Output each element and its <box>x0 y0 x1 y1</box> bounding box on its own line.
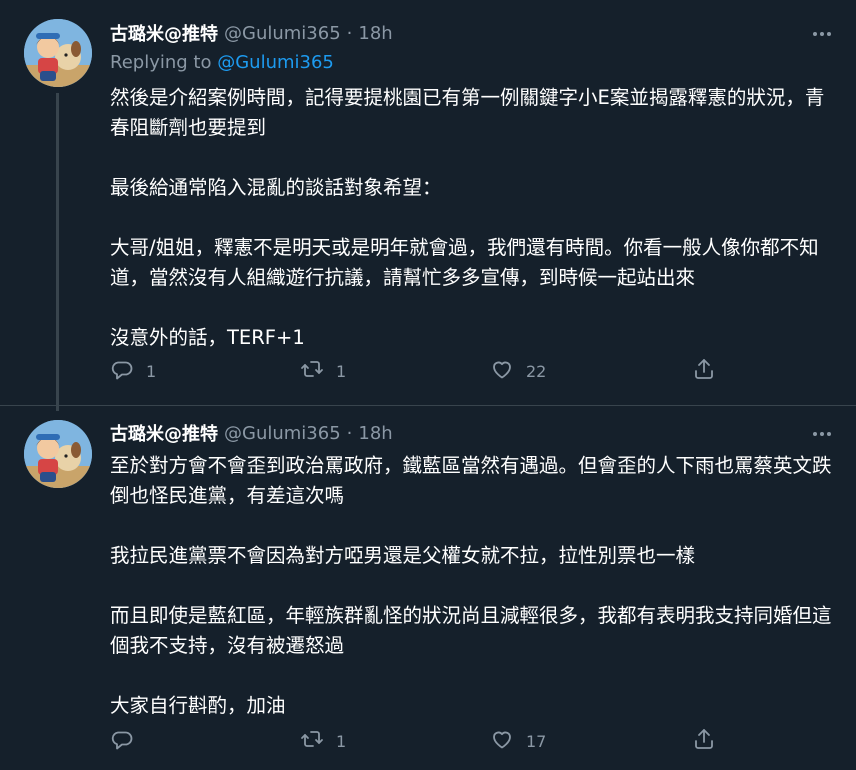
retweet-button[interactable]: 1 <box>300 356 346 386</box>
tweet-paragraph: 而且即使是藍紅區，年輕族群亂怪的狀況尚且減輕很多，我都有表明我支持同婚但這個我不… <box>110 604 832 657</box>
thread-connector-line <box>56 93 59 411</box>
retweet-count: 1 <box>336 361 347 381</box>
replying-to-prefix: Replying to <box>110 52 212 73</box>
separator-dot: · <box>346 422 353 444</box>
tweet[interactable]: 古璐米@推特 @Gulumi365 · 18h 至於對方會不會歪到政治罵政府，鐵… <box>0 405 856 770</box>
reply-icon <box>110 357 134 385</box>
retweet-icon <box>300 357 324 385</box>
reply-icon <box>110 727 134 755</box>
tweet-paragraph: 我拉民進黨票不會因為對方啞男還是父權女就不拉，拉性別票也一樣 <box>110 544 696 567</box>
tweet-actions: 1 17 <box>110 726 730 756</box>
share-icon <box>692 357 716 385</box>
tweet-paragraph: 至於對方會不會歪到政治罵政府，鐵藍區當然有遇過。但會歪的人下雨也罵蔡英文跌倒也怪… <box>110 454 832 507</box>
like-count: 17 <box>526 731 547 751</box>
avatar[interactable] <box>24 19 92 87</box>
tweet-actions: 1 1 22 <box>110 356 730 386</box>
like-button[interactable]: 17 <box>490 726 546 756</box>
heart-icon <box>490 727 514 755</box>
tweet-header: 古璐米@推特 @Gulumi365 · 18h <box>110 20 393 46</box>
author-handle[interactable]: @Gulumi365 <box>224 423 341 444</box>
tweet-paragraph: 然後是介紹案例時間，記得要提桃園已有第一例關鍵字小E案並揭露釋憲的狀況，青春阻斷… <box>110 86 825 139</box>
retweet-button[interactable]: 1 <box>300 726 346 756</box>
tweet-header: 古璐米@推特 @Gulumi365 · 18h <box>110 420 393 446</box>
tweet-paragraph: 沒意外的話，TERF+1 <box>110 326 305 349</box>
tweet-text: 至於對方會不會歪到政治罵政府，鐵藍區當然有遇過。但會歪的人下雨也罵蔡英文跌倒也怪… <box>110 451 834 721</box>
like-button[interactable]: 22 <box>490 356 546 386</box>
author-name[interactable]: 古璐米@推特 <box>110 420 218 446</box>
retweet-count: 1 <box>336 731 347 751</box>
share-button[interactable] <box>692 726 716 756</box>
author-handle[interactable]: @Gulumi365 <box>224 23 341 44</box>
tweet-text: 然後是介紹案例時間，記得要提桃園已有第一例關鍵字小E案並揭露釋憲的狀況，青春阻斷… <box>110 83 834 353</box>
replying-to-mention[interactable]: @Gulumi365 <box>217 52 334 73</box>
reply-button[interactable]: 1 <box>110 356 156 386</box>
heart-icon <box>490 357 514 385</box>
like-count: 22 <box>526 361 547 381</box>
tweet-paragraph: 大哥/姐姐，釋憲不是明天或是明年就會過，我們還有時間。你看一般人像你都不知道，當… <box>110 236 819 289</box>
avatar[interactable] <box>24 420 92 488</box>
more-options-icon[interactable] <box>810 422 834 446</box>
tweet[interactable]: 古璐米@推特 @Gulumi365 · 18h Replying to @Gul… <box>0 0 856 411</box>
reply-count: 1 <box>146 361 157 381</box>
more-options-icon[interactable] <box>810 22 834 46</box>
tweet-paragraph: 大家自行斟酌，加油 <box>110 694 286 717</box>
tweet-timestamp[interactable]: 18h <box>358 423 392 444</box>
reply-button[interactable] <box>110 726 146 756</box>
tweet-timestamp[interactable]: 18h <box>358 23 392 44</box>
share-button[interactable] <box>692 356 716 386</box>
replying-to: Replying to @Gulumi365 <box>110 52 334 73</box>
share-icon <box>692 727 716 755</box>
separator-dot: · <box>346 22 353 44</box>
author-name[interactable]: 古璐米@推特 <box>110 20 218 46</box>
retweet-icon <box>300 727 324 755</box>
tweet-paragraph: 最後給通常陷入混亂的談話對象希望： <box>110 176 442 199</box>
